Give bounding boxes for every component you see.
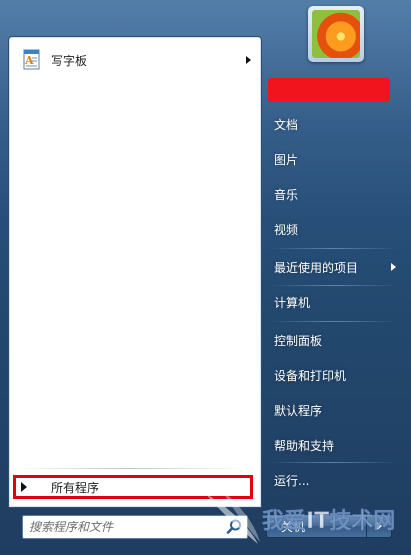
search-icon[interactable] <box>225 518 243 536</box>
chevron-right-icon <box>376 522 382 530</box>
submenu-arrow-icon <box>391 263 396 271</box>
menu-item-label: 音乐 <box>274 187 299 202</box>
menu-item-label: 最近使用的项目 <box>274 260 359 275</box>
search-area <box>8 507 262 547</box>
menu-item-run[interactable]: 运行... <box>264 465 404 495</box>
menu-item-computer[interactable]: 计算机 <box>264 287 404 317</box>
submenu-arrow-icon[interactable] <box>246 56 251 64</box>
menu-item-recent-items[interactable]: 最近使用的项目 <box>264 252 404 282</box>
menu-item-label: 视频 <box>274 222 299 237</box>
menu-item-label: 控制面板 <box>274 333 323 348</box>
menu-item-label: 默认程序 <box>274 403 323 418</box>
menu-item-label: 运行... <box>274 473 310 488</box>
separator <box>268 285 398 286</box>
menu-item-label: 文档 <box>274 117 299 132</box>
expand-arrow-icon <box>21 482 27 492</box>
user-avatar[interactable] <box>308 6 364 62</box>
flower-picture-icon <box>312 10 360 58</box>
menu-item-label: 设备和打印机 <box>274 368 347 383</box>
separator <box>268 321 398 322</box>
shutdown-button[interactable]: 关机 <box>266 514 392 538</box>
all-programs-button[interactable]: 所有程序 <box>13 475 253 499</box>
shutdown-options-button[interactable] <box>366 515 391 537</box>
separator <box>268 462 398 463</box>
menu-item-label: 图片 <box>274 152 299 167</box>
pinned-item-label: 写字板 <box>51 53 88 68</box>
wordpad-icon: A <box>21 49 43 71</box>
separator <box>268 248 398 249</box>
search-box[interactable] <box>22 515 248 539</box>
divider <box>14 468 246 469</box>
menu-item-help-support[interactable]: 帮助和支持 <box>264 430 404 460</box>
programs-pane: A 写字板 <box>8 36 262 508</box>
menu-item-label: 帮助和支持 <box>274 438 335 453</box>
pinned-item-wordpad[interactable]: A 写字板 <box>15 45 253 75</box>
menu-item-videos[interactable]: 视频 <box>264 214 404 244</box>
search-input[interactable] <box>23 516 225 538</box>
all-programs-label: 所有程序 <box>51 480 100 495</box>
menu-item-label: 计算机 <box>274 295 311 310</box>
shutdown-label: 关机 <box>281 519 306 534</box>
menu-item-devices-printers[interactable]: 设备和打印机 <box>264 360 404 390</box>
menu-item-default-programs[interactable]: 默认程序 <box>264 395 404 425</box>
username-redacted[interactable] <box>268 78 390 102</box>
menu-item-documents[interactable]: 文档 <box>264 109 404 139</box>
menu-item-pictures[interactable]: 图片 <box>264 144 404 174</box>
menu-item-music[interactable]: 音乐 <box>264 179 404 209</box>
menu-item-control-panel[interactable]: 控制面板 <box>264 325 404 355</box>
